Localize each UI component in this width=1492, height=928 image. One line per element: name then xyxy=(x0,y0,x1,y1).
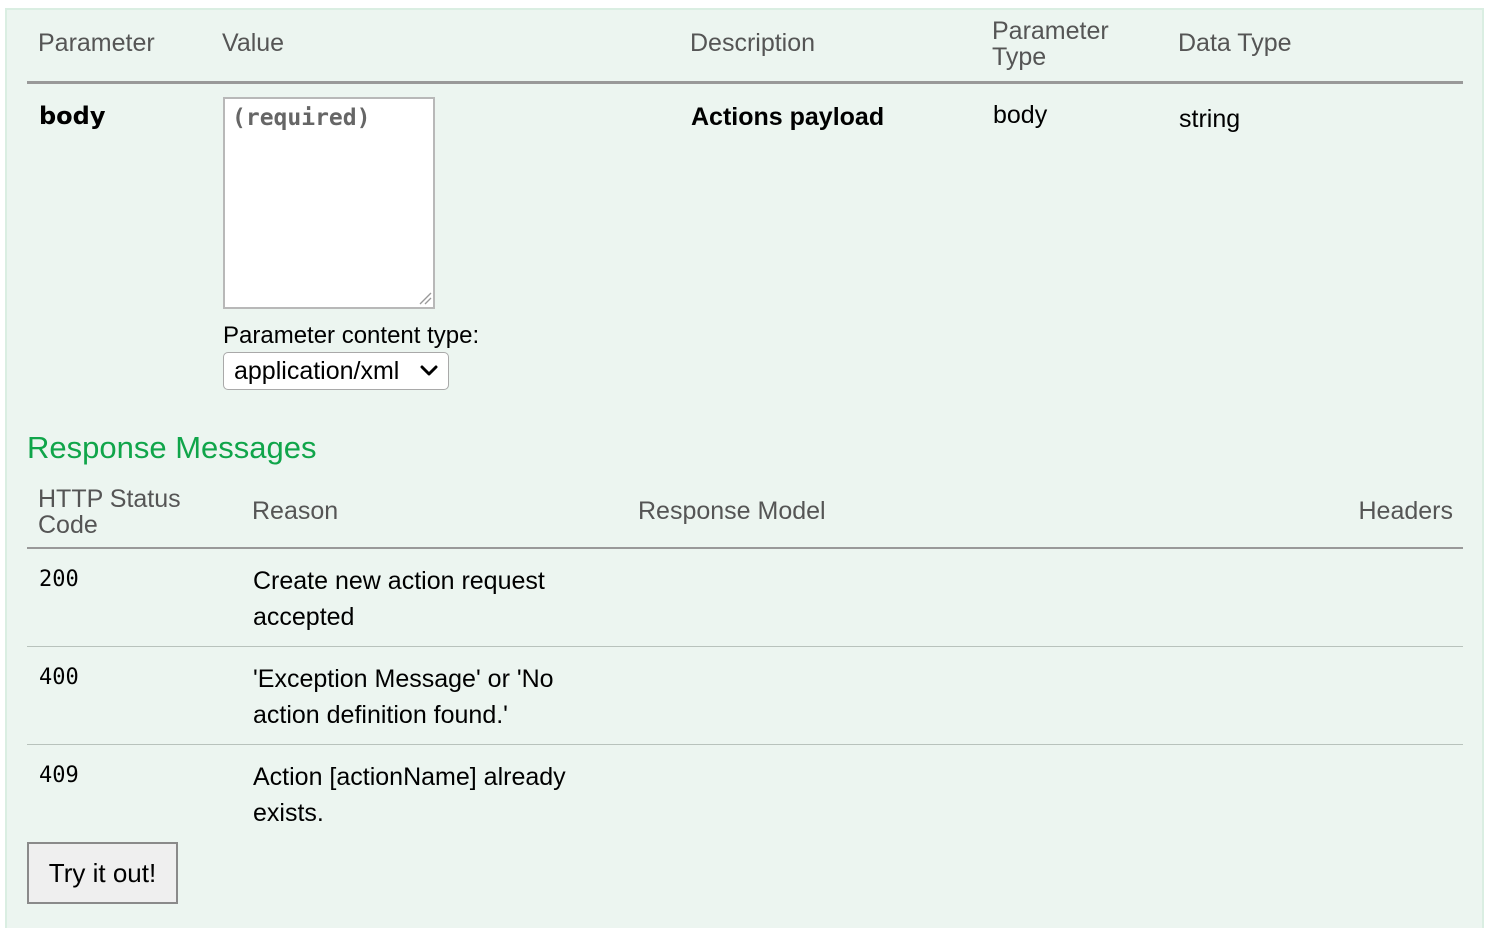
status-code: 400 xyxy=(39,665,79,690)
header-data-type: Data Type xyxy=(1178,29,1292,57)
parameters-table-header: Parameter Value Description Parameter Ty… xyxy=(27,10,1463,84)
parameters-table: Parameter Value Description Parameter Ty… xyxy=(27,10,1463,414)
table-row: 409 Action [actionName] already exists. xyxy=(27,745,1463,835)
header-parameter: Parameter xyxy=(38,29,155,57)
content-type-label: Parameter content type: xyxy=(223,322,480,349)
table-row: 400 'Exception Message' or 'No action de… xyxy=(27,647,1463,745)
operation-panel: Parameter Value Description Parameter Ty… xyxy=(5,8,1484,928)
content-type-selected-value: application/xml xyxy=(234,356,400,385)
parameter-data-type: string xyxy=(1179,105,1241,133)
parameter-type: body xyxy=(993,101,1048,129)
header-value: Value xyxy=(222,29,285,57)
header-http-status-code: HTTP Status Code xyxy=(38,486,181,538)
table-row: 200 Create new action request accepted xyxy=(27,549,1463,647)
response-messages-title: Response Messages xyxy=(27,430,317,465)
header-parameter-type-line2: Type xyxy=(992,43,1047,71)
header-http-status-line1: HTTP Status xyxy=(38,485,181,513)
header-response-model: Response Model xyxy=(638,497,826,525)
response-table-header: HTTP Status Code Reason Response Model H… xyxy=(27,478,1463,549)
response-messages-table: HTTP Status Code Reason Response Model H… xyxy=(27,478,1463,835)
header-headers: Headers xyxy=(1358,497,1454,525)
status-code: 409 xyxy=(39,763,79,788)
header-http-status-line2: Code xyxy=(38,511,98,539)
header-reason: Reason xyxy=(252,497,339,525)
content-type-select[interactable]: application/xml xyxy=(223,352,449,390)
body-value-textarea[interactable] xyxy=(223,97,435,309)
header-parameter-type: Parameter Type xyxy=(992,18,1109,70)
parameter-name: body xyxy=(39,102,106,130)
header-parameter-type-line1: Parameter xyxy=(992,17,1109,45)
parameter-row-body: body Parameter content type: application… xyxy=(27,84,1463,414)
parameter-description: Actions payload xyxy=(691,103,885,131)
header-description: Description xyxy=(690,29,816,57)
status-reason: Create new action request accepted xyxy=(253,567,545,631)
status-reason: Action [actionName] already exists. xyxy=(253,763,566,827)
try-it-out-button[interactable]: Try it out! xyxy=(27,842,178,904)
chevron-down-icon xyxy=(420,365,438,376)
status-reason: 'Exception Message' or 'No action defini… xyxy=(253,665,554,729)
status-code: 200 xyxy=(39,567,79,592)
resize-grip-icon[interactable] xyxy=(416,289,432,305)
